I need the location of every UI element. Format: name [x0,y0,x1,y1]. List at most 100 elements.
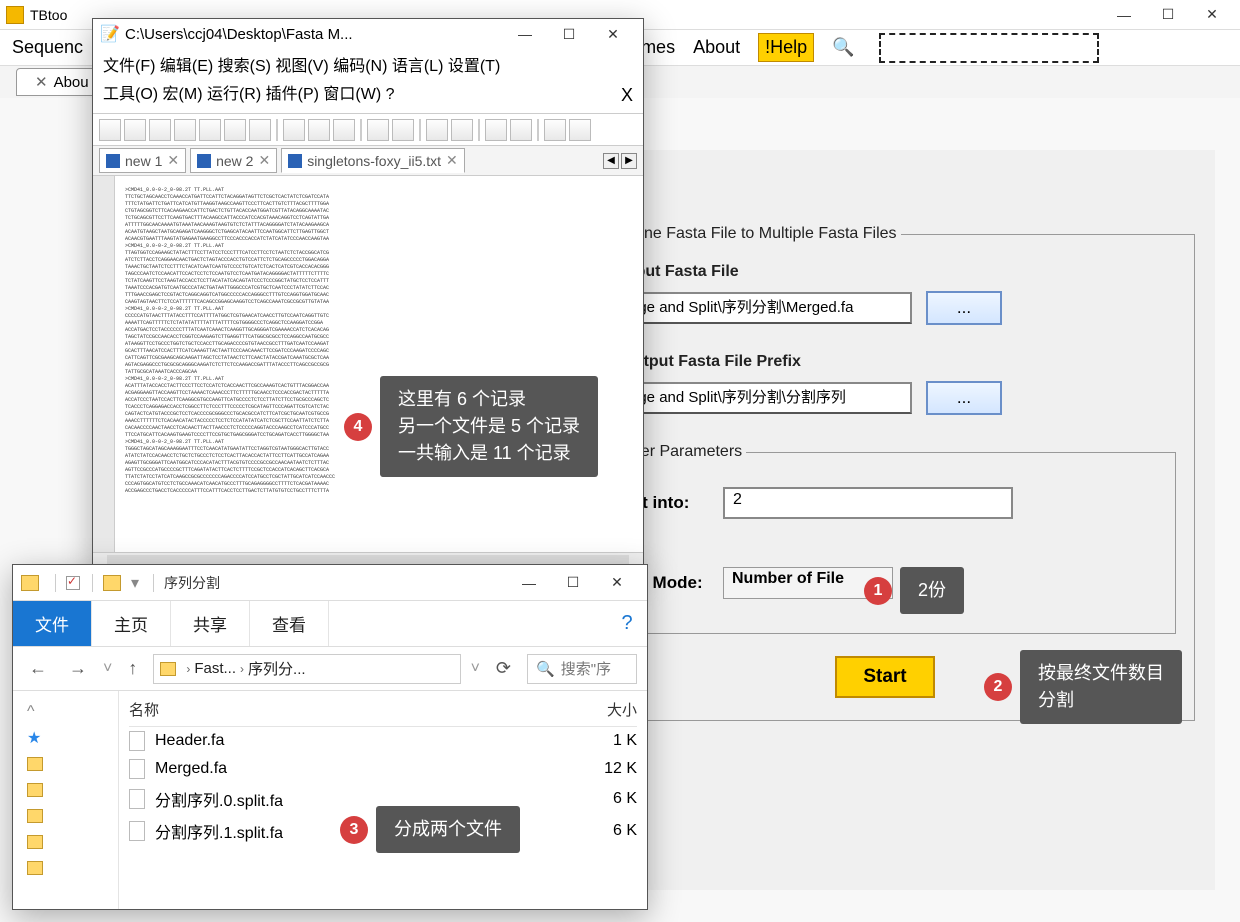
tab-about[interactable]: ✕ Abou [16,68,100,96]
toolbar-separator [478,119,480,141]
ribbon-view[interactable]: 查看 [250,601,329,646]
search-placeholder: 搜索"序 [561,658,611,679]
callout-text: 按最终文件数目 分割 [1020,650,1182,724]
menu-sequence[interactable]: Sequenc [12,37,83,58]
sync-icon[interactable] [544,119,566,141]
sidebar-quick-access[interactable]: ★ [17,725,114,751]
breadcrumb-item[interactable]: Fast... [194,660,236,677]
col-name[interactable]: 名称 [129,699,547,720]
npp-tab-new1[interactable]: new 1✕ [99,148,186,173]
sidebar-folder[interactable] [17,829,114,855]
ribbon-help-icon[interactable]: ? [607,601,647,646]
zoom-out-icon[interactable] [510,119,532,141]
sidebar-up-icon[interactable]: ^ [17,699,114,725]
npp-toolbar [93,114,643,146]
npp-editor[interactable]: >CMD41_0.0-0-2_0-98.2T TT.PLL.AAT TTCTGC… [93,176,643,552]
replace-icon[interactable] [451,119,473,141]
callout-number: 1 [864,577,892,605]
open-file-icon[interactable] [124,119,146,141]
npp-menubar[interactable]: 文件(F) 编辑(E) 搜索(S) 视图(V) 编码(N) 语言(L) 设置(T… [93,49,643,114]
new-file-icon[interactable] [99,119,121,141]
nav-forward-icon[interactable]: → [63,655,93,682]
list-item[interactable]: Header.fa1 K [129,727,637,755]
group-split: Split One Fasta File to Multiple Fasta F… [575,225,1195,721]
folder-icon [21,575,39,591]
sidebar-folder[interactable] [17,751,114,777]
nav-up-icon[interactable]: ↑ [122,655,143,682]
notepadpp-window: 📝 C:\Users\ccj04\Desktop\Fasta M... — ☐ … [92,18,644,574]
sidebar-folder[interactable] [17,777,114,803]
paste-icon[interactable] [333,119,355,141]
refresh-icon[interactable]: ⟳ [490,655,517,682]
callout-number: 2 [984,673,1012,701]
list-item[interactable]: Merged.fa12 K [129,755,637,783]
nav-back-icon[interactable]: ← [23,655,53,682]
npp-app-icon: 📝 [101,25,119,43]
line-gutter [93,176,115,552]
browse-output-button[interactable]: ... [926,381,1002,415]
close-all-icon[interactable] [224,119,246,141]
search-icon[interactable]: 🔍 [832,37,854,58]
tab-next-icon[interactable]: ▶ [621,153,637,169]
callout-4: 4 这里有 6 个记录 另一个文件是 5 个记录 一共输入是 11 个记录 [344,376,598,477]
npp-close-button[interactable]: ✕ [591,20,635,48]
explorer-titlebar[interactable]: ▾ 序列分割 — ☐ ✕ [13,565,647,601]
disk-icon [197,154,211,168]
sidebar-folder[interactable] [17,855,114,881]
menu-mes[interactable]: mes [641,37,675,58]
ribbon-file[interactable]: 文件 [13,601,92,646]
find-icon[interactable] [426,119,448,141]
tab-close-icon[interactable]: ✕ [35,73,48,91]
folder-icon [27,783,43,797]
tab-close-icon[interactable]: ✕ [258,152,270,169]
npp-maximize-button[interactable]: ☐ [547,20,591,48]
npp-menu-line2: 工具(O) 宏(M) 运行(R) 插件(P) 窗口(W) ? [103,86,395,103]
tab-close-icon[interactable]: ✕ [167,152,179,169]
ribbon-share[interactable]: 共享 [171,601,250,646]
npp-tab-new2[interactable]: new 2✕ [190,148,277,173]
cut-icon[interactable] [283,119,305,141]
save-icon[interactable] [149,119,171,141]
exp-minimize-button[interactable]: — [507,569,551,597]
tab-nav: ◀ ▶ [603,153,637,169]
copy-icon[interactable] [308,119,330,141]
folder-icon [27,809,43,823]
undo-icon[interactable] [367,119,389,141]
maximize-button[interactable]: ☐ [1146,1,1190,29]
save-all-icon[interactable] [174,119,196,141]
redo-icon[interactable] [392,119,414,141]
split-panel: Split Split One Fasta File to Multiple F… [555,150,1215,890]
menu-about[interactable]: About [693,37,740,58]
sidebar-folder[interactable] [17,803,114,829]
minimize-button[interactable]: — [1102,1,1146,29]
split-into-input[interactable]: 2 [723,487,1013,519]
close-file-icon[interactable] [199,119,221,141]
explorer-search[interactable]: 🔍 搜索"序 [527,654,637,684]
npp-minimize-button[interactable]: — [503,20,547,48]
ribbon-home[interactable]: 主页 [92,601,171,646]
npp-tab-singletons[interactable]: singletons-foxy_ii5.txt✕ [281,148,465,173]
macro-icon[interactable] [569,119,591,141]
browse-input-button[interactable]: ... [926,291,1002,325]
disk-icon [288,154,302,168]
address-bar[interactable]: › Fast... › 序列分... [153,654,460,684]
star-icon: ★ [27,728,41,748]
close-button[interactable]: ✕ [1190,1,1234,29]
print-icon[interactable] [249,119,271,141]
breadcrumb-item[interactable]: 序列分... [248,658,306,679]
explorer-ribbon: 文件 主页 共享 查看 ? [13,601,647,647]
start-button[interactable]: Start [835,656,935,698]
npp-titlebar[interactable]: 📝 C:\Users\ccj04\Desktop\Fasta M... — ☐ … [93,19,643,49]
zoom-in-icon[interactable] [485,119,507,141]
help-button[interactable]: !Help [758,33,814,62]
npp-menu-close-icon[interactable]: X [621,81,633,109]
exp-close-button[interactable]: ✕ [595,569,639,597]
input-label: Set Input Fasta File [592,263,1178,281]
exp-maximize-button[interactable]: ☐ [551,569,595,597]
toolbar-separator [360,119,362,141]
folder-icon [27,757,43,771]
tab-prev-icon[interactable]: ◀ [603,153,619,169]
col-size[interactable]: 大小 [547,699,637,720]
search-input[interactable] [879,33,1099,63]
tab-close-icon[interactable]: ✕ [446,152,458,169]
